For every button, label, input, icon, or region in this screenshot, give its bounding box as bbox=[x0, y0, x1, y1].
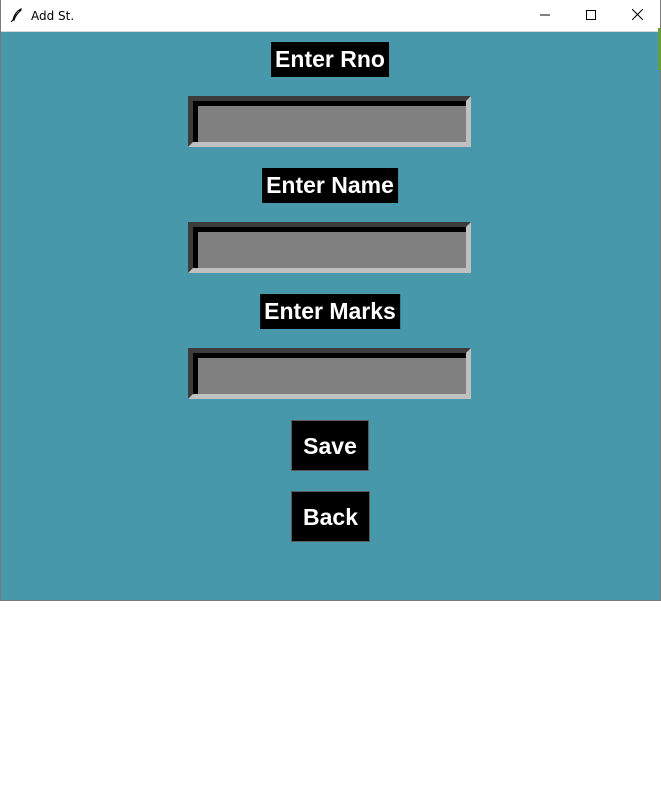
rno-label: Enter Rno bbox=[271, 42, 389, 77]
rno-field[interactable] bbox=[188, 96, 471, 147]
feather-icon bbox=[10, 8, 24, 23]
marks-field[interactable] bbox=[188, 348, 471, 399]
close-button[interactable] bbox=[614, 0, 660, 31]
back-button[interactable]: Back bbox=[291, 491, 370, 542]
minimize-icon bbox=[540, 7, 550, 25]
maximize-icon bbox=[586, 7, 596, 25]
minimize-button[interactable] bbox=[522, 0, 568, 31]
marks-input[interactable] bbox=[203, 363, 465, 393]
name-label: Enter Name bbox=[262, 168, 398, 203]
name-input[interactable] bbox=[203, 237, 465, 267]
title-bar[interactable]: Add St. bbox=[1, 0, 660, 32]
save-button[interactable]: Save bbox=[291, 420, 369, 471]
window-title: Add St. bbox=[31, 9, 75, 23]
maximize-button[interactable] bbox=[568, 0, 614, 31]
form-area: Enter Rno Enter Name Enter Marks Save Ba… bbox=[1, 32, 660, 600]
rno-input[interactable] bbox=[203, 111, 465, 141]
close-icon bbox=[631, 7, 643, 25]
name-field[interactable] bbox=[188, 222, 471, 273]
app-window: Add St. Enter Rno Enter Name Enter Marks… bbox=[0, 0, 661, 601]
marks-label: Enter Marks bbox=[260, 294, 400, 329]
